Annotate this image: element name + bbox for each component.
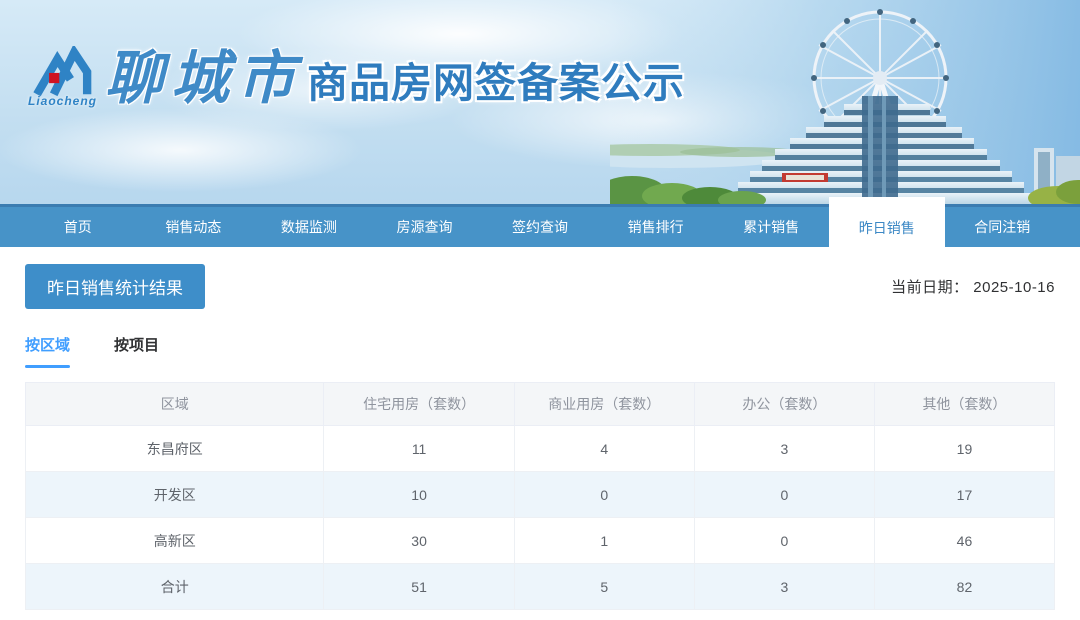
nav-item-contract-cancellation[interactable]: 合同注销 xyxy=(945,207,1061,247)
content-header: 昨日销售统计结果 当前日期： 2025-10-16 xyxy=(25,264,1055,309)
cell-commercial: 0 xyxy=(514,472,694,518)
cell-region: 东昌府区 xyxy=(26,426,324,472)
cell-residential: 30 xyxy=(324,518,514,564)
cell-residential: 11 xyxy=(324,426,514,472)
header-banner: Liaocheng 聊城市 商品房网签备案公示 xyxy=(0,0,1080,204)
cell-other: 17 xyxy=(874,472,1054,518)
table-row-total: 合计 51 5 3 82 xyxy=(26,564,1055,610)
col-header-other: 其他（套数） xyxy=(874,383,1054,426)
cell-office: 3 xyxy=(694,426,874,472)
cell-residential: 10 xyxy=(324,472,514,518)
liaocheng-logo-icon xyxy=(31,46,95,98)
cell-commercial: 1 xyxy=(514,518,694,564)
banner-title: 商品房网签备案公示 xyxy=(307,63,685,108)
col-header-residential: 住宅用房（套数） xyxy=(324,383,514,426)
logo-script-text: Liaocheng xyxy=(28,94,97,108)
cell-commercial: 4 xyxy=(514,426,694,472)
table-row: 高新区 30 1 0 46 xyxy=(26,518,1055,564)
nav-item-sales-trends[interactable]: 销售动态 xyxy=(136,207,252,247)
cell-other: 82 xyxy=(874,564,1054,610)
cell-other: 46 xyxy=(874,518,1054,564)
nav-item-data-monitor[interactable]: 数据监测 xyxy=(251,207,367,247)
tab-by-project[interactable]: 按项目 xyxy=(114,334,159,368)
tab-by-region[interactable]: 按区域 xyxy=(25,334,70,368)
current-date-value: 2025-10-16 xyxy=(973,279,1055,296)
col-header-region: 区域 xyxy=(26,383,324,426)
cell-region: 合计 xyxy=(26,564,324,610)
cell-other: 19 xyxy=(874,426,1054,472)
view-tabs: 按区域 按项目 xyxy=(25,334,1055,368)
col-header-commercial: 商业用房（套数） xyxy=(514,383,694,426)
cell-region: 开发区 xyxy=(26,472,324,518)
nav-item-contract-search[interactable]: 签约查询 xyxy=(482,207,598,247)
col-header-office: 办公（套数） xyxy=(694,383,874,426)
current-date-label: 当前日期： xyxy=(891,279,969,296)
cell-office: 0 xyxy=(694,472,874,518)
sales-stats-table: 区域 住宅用房（套数） 商业用房（套数） 办公（套数） 其他（套数） 东昌府区 … xyxy=(25,382,1055,610)
cell-commercial: 5 xyxy=(514,564,694,610)
nav-item-yesterday-sales[interactable]: 昨日销售 xyxy=(829,197,945,253)
section-title-button: 昨日销售统计结果 xyxy=(25,264,205,309)
table-row: 东昌府区 11 4 3 19 xyxy=(26,426,1055,472)
nav-item-sales-ranking[interactable]: 销售排行 xyxy=(598,207,714,247)
nav-item-home[interactable]: 首页 xyxy=(20,207,136,247)
nav-item-cumulative-sales[interactable]: 累计销售 xyxy=(713,207,829,247)
main-nav: 首页 销售动态 数据监测 房源查询 签约查询 销售排行 累计销售 昨日销售 合同… xyxy=(0,204,1080,247)
cell-residential: 51 xyxy=(324,564,514,610)
current-date: 当前日期： 2025-10-16 xyxy=(891,276,1055,297)
cell-region: 高新区 xyxy=(26,518,324,564)
city-name-calligraphy: 聊城市 xyxy=(105,50,303,108)
brand-lockup: Liaocheng 聊城市 商品房网签备案公示 xyxy=(28,46,685,108)
cell-office: 3 xyxy=(694,564,874,610)
table-row: 开发区 10 0 0 17 xyxy=(26,472,1055,518)
table-header-row: 区域 住宅用房（套数） 商业用房（套数） 办公（套数） 其他（套数） xyxy=(26,383,1055,426)
nav-item-listing-search[interactable]: 房源查询 xyxy=(367,207,483,247)
cell-office: 0 xyxy=(694,518,874,564)
